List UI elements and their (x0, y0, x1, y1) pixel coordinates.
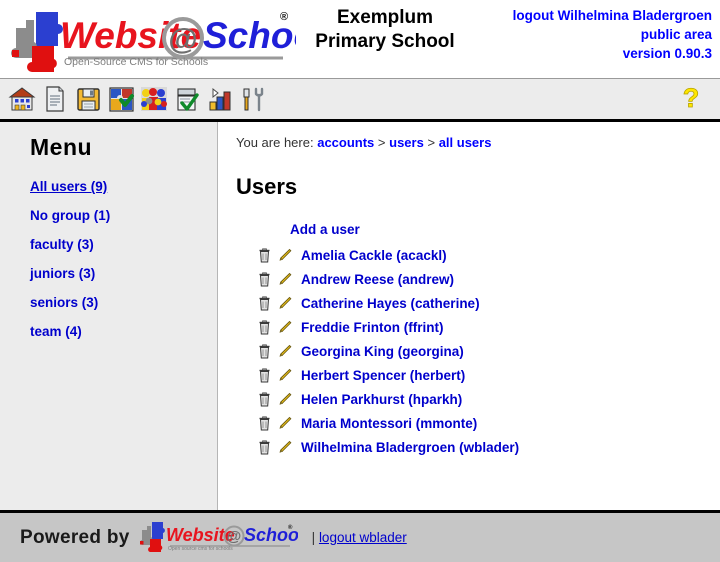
breadcrumb-link-accounts[interactable]: accounts (317, 135, 374, 150)
user-row: Wilhelmina Bladergroen (wblader) (256, 435, 720, 459)
page-icon[interactable] (39, 83, 71, 115)
trash-icon[interactable] (256, 295, 273, 312)
page-footer: Powered by Website @ School Open source … (0, 510, 720, 562)
svg-text:@: @ (168, 23, 197, 56)
sidebar-item-all-users: All users (9) (30, 179, 217, 194)
school-name-line1: Exemplum (336, 7, 434, 28)
user-link[interactable]: Helen Parkhurst (hparkh) (301, 392, 462, 407)
user-link[interactable]: Freddie Frinton (ffrint) (301, 320, 443, 335)
toolbar-buttons (0, 83, 269, 115)
content-area: You are here: accounts > users > all use… (218, 122, 720, 510)
sidebar-menu: All users (9) No group (1) faculty (3) j… (0, 179, 217, 339)
version-label: version 0.90.3 (622, 46, 712, 61)
pencil-icon[interactable] (276, 415, 293, 432)
user-row: Maria Montessori (mmonte) (256, 411, 720, 435)
svg-text:®: ® (288, 524, 293, 531)
user-row: Helen Parkhurst (hparkh) (256, 387, 720, 411)
brand-logo[interactable]: Website @ School Open-Source CMS for Sch… (0, 0, 300, 78)
user-list: Amelia Cackle (acackl) Andrew Reese (and… (218, 243, 720, 459)
pencil-icon[interactable] (276, 367, 293, 384)
page-root: Website @ School Open-Source CMS for Sch… (0, 0, 720, 562)
user-link[interactable]: Georgina King (georgina) (301, 344, 464, 359)
trash-icon[interactable] (256, 271, 273, 288)
school-icon[interactable] (6, 83, 38, 115)
user-link[interactable]: Andrew Reese (andrew) (301, 272, 454, 287)
trash-icon[interactable] (256, 247, 273, 264)
user-row: Herbert Spencer (herbert) (256, 363, 720, 387)
sidebar-link-seniors[interactable]: seniors (3) (30, 295, 98, 310)
sidebar-link-no-group[interactable]: No group (1) (30, 208, 110, 223)
school-name: Exemplum Primary School (300, 0, 470, 54)
user-row: Georgina King (georgina) (256, 339, 720, 363)
logout-link[interactable]: logout Wilhelmina Bladergroen (513, 8, 712, 23)
sidebar-item-no-group: No group (1) (30, 208, 217, 223)
svg-text:Open source cms for schools: Open source cms for schools (168, 546, 233, 552)
trash-icon[interactable] (256, 415, 273, 432)
sidebar-link-juniors[interactable]: juniors (3) (30, 266, 95, 281)
user-row: Amelia Cackle (acackl) (256, 243, 720, 267)
pencil-icon[interactable] (276, 439, 293, 456)
pencil-icon[interactable] (276, 391, 293, 408)
page-title: Users (236, 174, 298, 199)
tools-icon[interactable] (237, 83, 269, 115)
breadcrumb-link-users[interactable]: users (389, 135, 424, 150)
header-user-info: logout Wilhelmina Bladergroen public are… (470, 0, 720, 63)
main-toolbar: ? (0, 78, 720, 122)
add-user-link[interactable]: Add a user (290, 222, 720, 237)
user-link[interactable]: Maria Montessori (mmonte) (301, 416, 477, 431)
trash-icon[interactable] (256, 319, 273, 336)
user-link[interactable]: Herbert Spencer (herbert) (301, 368, 465, 383)
area-label: public area (640, 27, 712, 42)
sidebar-link-faculty[interactable]: faculty (3) (30, 237, 94, 252)
help-button[interactable]: ? (676, 83, 706, 118)
trash-icon[interactable] (256, 439, 273, 456)
svg-text:®: ® (280, 11, 288, 23)
website-at-school-logo: Website @ School Open-Source CMS for Sch… (11, 11, 296, 72)
sidebar-item-juniors: juniors (3) (30, 266, 217, 281)
svg-text:?: ? (683, 83, 700, 113)
breadcrumb-separator: > (427, 135, 436, 150)
user-row: Andrew Reese (andrew) (256, 267, 720, 291)
menu-title: Menu (30, 134, 93, 160)
statistics-bar-chart-icon[interactable] (204, 83, 236, 115)
sidebar-link-all-users[interactable]: All users (9) (30, 179, 107, 194)
sidebar-item-seniors: seniors (3) (30, 295, 217, 310)
user-link[interactable]: Catherine Hayes (catherine) (301, 296, 480, 311)
svg-text:Open-Source CMS for Schools: Open-Source CMS for Schools (64, 56, 208, 68)
breadcrumb-separator: > (377, 135, 386, 150)
trash-icon[interactable] (256, 367, 273, 384)
footer-logout: | logout wblader (312, 530, 407, 545)
footer-logout-link[interactable]: logout wblader (319, 530, 407, 545)
website-at-school-logo-small: Website @ School Open source cms for sch… (139, 522, 305, 552)
modules-puzzle-icon[interactable] (105, 83, 137, 115)
checklist-icon[interactable] (171, 83, 203, 115)
sidebar-item-team: team (4) (30, 324, 217, 339)
breadcrumb-link-all-users[interactable]: all users (439, 135, 492, 150)
sidebar-item-faculty: faculty (3) (30, 237, 217, 252)
page-header: Website @ School Open-Source CMS for Sch… (0, 0, 720, 78)
save-floppy-icon[interactable] (72, 83, 104, 115)
powered-by-label: Powered by (20, 526, 130, 548)
pencil-icon[interactable] (276, 247, 293, 264)
trash-icon[interactable] (256, 391, 273, 408)
body-area: Menu All users (9) No group (1) faculty … (0, 122, 720, 510)
school-name-line2: Primary School (315, 31, 455, 52)
user-row: Freddie Frinton (ffrint) (256, 315, 720, 339)
footer-separator: | (311, 530, 316, 545)
svg-text:@: @ (226, 528, 241, 545)
user-link[interactable]: Wilhelmina Bladergroen (wblader) (301, 440, 519, 455)
trash-icon[interactable] (256, 343, 273, 360)
groups-people-icon[interactable] (138, 83, 170, 115)
user-row: Catherine Hayes (catherine) (256, 291, 720, 315)
breadcrumb: You are here: accounts > users > all use… (218, 122, 720, 150)
sidebar: Menu All users (9) No group (1) faculty … (0, 122, 218, 510)
sidebar-link-team[interactable]: team (4) (30, 324, 82, 339)
pencil-icon[interactable] (276, 295, 293, 312)
pencil-icon[interactable] (276, 319, 293, 336)
breadcrumb-prefix: You are here: (236, 135, 314, 150)
user-link[interactable]: Amelia Cackle (acackl) (301, 248, 447, 263)
help-question-icon: ? (682, 83, 700, 114)
pencil-icon[interactable] (276, 271, 293, 288)
pencil-icon[interactable] (276, 343, 293, 360)
